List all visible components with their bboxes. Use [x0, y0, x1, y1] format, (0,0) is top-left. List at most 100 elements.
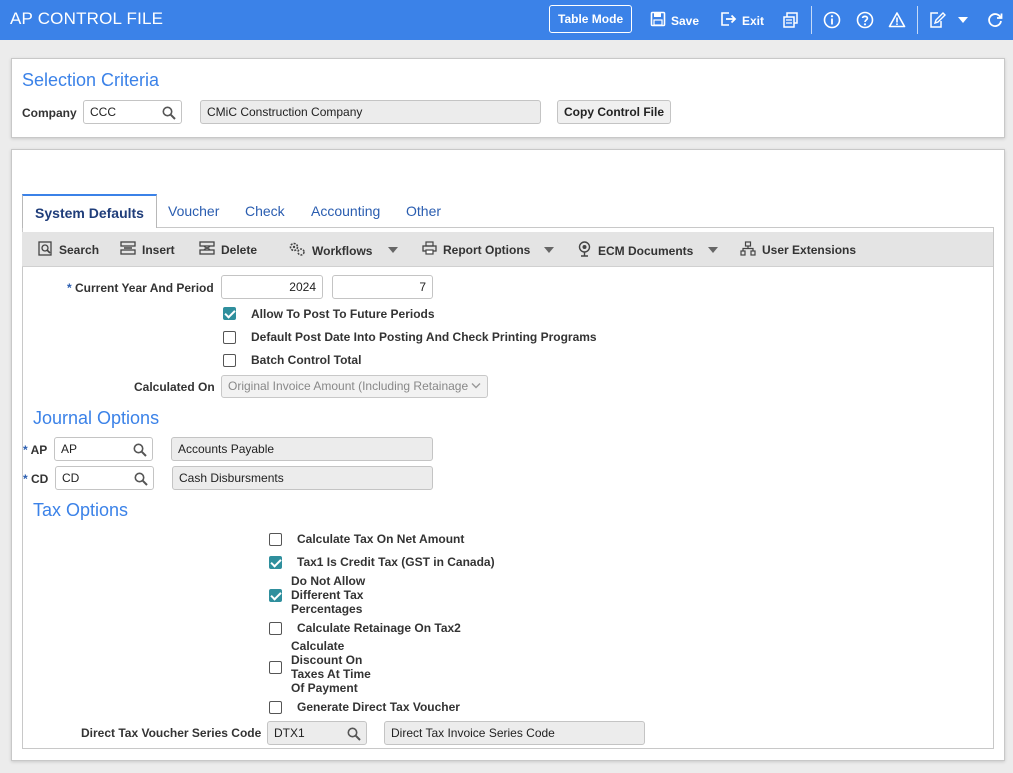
label-line: Taxes At Time [291, 667, 371, 681]
search-icon[interactable] [347, 726, 361, 748]
insert-button[interactable]: Insert [120, 241, 175, 258]
required-marker: * [23, 443, 31, 457]
report-options-button[interactable]: Report Options [422, 241, 530, 258]
company-name-field: CMiC Construction Company [200, 100, 541, 124]
retainage-tax2-label: Calculate Retainage On Tax2 [297, 621, 461, 635]
cd-label-text: CD [31, 472, 49, 486]
year-period-text: Current Year And Period [75, 281, 214, 295]
current-period-input[interactable]: 7 [332, 275, 433, 299]
label-line: Percentages [291, 602, 363, 616]
calculated-on-select[interactable]: Original Invoice Amount (Including Retai… [221, 375, 488, 398]
delete-row-icon [199, 241, 215, 258]
discount-taxes-checkbox[interactable] [269, 661, 282, 674]
printer-icon [422, 241, 437, 258]
tab-other[interactable]: Other [406, 194, 441, 228]
ecm-documents-label: ECM Documents [598, 243, 694, 258]
series-code-field[interactable]: DTX1 [267, 721, 367, 745]
search-button[interactable]: Search [38, 241, 99, 259]
required-marker: * [67, 281, 76, 295]
ap-journal-code: AP [61, 442, 78, 456]
save-label: Save [671, 13, 700, 28]
selection-criteria-panel [11, 58, 1005, 138]
insert-row-icon [120, 241, 136, 258]
refresh-icon[interactable] [985, 10, 1005, 30]
ecm-icon [577, 241, 592, 260]
year-period-label: * Current Year And Period [67, 281, 214, 295]
app-header: AP CONTROL FILE Table Mode Save Exit [0, 0, 1013, 40]
workflows-label: Workflows [312, 243, 373, 258]
direct-tax-voucher-label: Generate Direct Tax Voucher [297, 700, 460, 714]
record-toolbar: Search Insert Delete Workflows Report Op… [22, 232, 993, 267]
header-divider-2 [917, 6, 918, 34]
print-icon[interactable] [781, 10, 801, 30]
search-icon[interactable] [134, 471, 148, 493]
company-field[interactable]: CCC [83, 100, 182, 124]
ap-journal-name: Accounts Payable [171, 437, 433, 461]
batch-control-checkbox[interactable] [223, 354, 236, 367]
no-different-tax-label: Do Not Allow Different Tax Percentages [291, 574, 365, 616]
journal-options-title: Journal Options [33, 408, 160, 428]
label-line: Discount On [291, 653, 363, 667]
cd-journal-field[interactable]: CD [55, 466, 154, 490]
search-icon[interactable] [133, 442, 147, 464]
default-post-date-label: Default Post Date Into Posting And Check… [251, 330, 597, 344]
company-name: CMiC Construction Company [207, 105, 363, 119]
report-options-chevron-down-icon[interactable] [544, 246, 554, 254]
workflows-chevron-down-icon[interactable] [388, 246, 398, 254]
report-options-label: Report Options [443, 242, 531, 257]
company-label: Company [22, 106, 77, 120]
hierarchy-icon [740, 241, 756, 259]
search-icon[interactable] [162, 105, 176, 127]
tab-voucher[interactable]: Voucher [168, 194, 219, 228]
selection-criteria-title: Selection Criteria [22, 70, 160, 90]
user-extensions-button[interactable]: User Extensions [740, 241, 856, 259]
delete-button[interactable]: Delete [199, 241, 257, 258]
label-line: Do Not Allow [291, 574, 366, 588]
exit-button[interactable]: Exit [720, 11, 764, 30]
tax1-credit-checkbox[interactable] [269, 556, 282, 569]
edit-icon[interactable] [927, 10, 947, 30]
tax1-credit-label: Tax1 Is Credit Tax (GST in Canada) [297, 555, 495, 569]
gears-icon [288, 241, 306, 260]
tab-system-defaults[interactable]: System Defaults [22, 194, 157, 228]
copy-control-file-button[interactable]: Copy Control File [557, 100, 671, 124]
tab-accounting[interactable]: Accounting [311, 194, 380, 228]
save-icon [650, 11, 666, 30]
series-code-label: Direct Tax Voucher Series Code [81, 726, 262, 740]
save-button[interactable]: Save [650, 11, 699, 30]
tab-content-frame [22, 227, 994, 749]
retainage-tax2-checkbox[interactable] [269, 622, 282, 635]
table-mode-label: Table Mode [558, 12, 624, 26]
exit-icon [720, 11, 737, 30]
allow-future-periods-checkbox[interactable] [223, 307, 236, 320]
calculated-on-label: Calculated On [134, 380, 215, 394]
tax-options-title: Tax Options [33, 500, 129, 520]
tab-check[interactable]: Check [245, 194, 285, 228]
insert-label: Insert [142, 242, 175, 257]
ecm-documents-button[interactable]: ECM Documents [577, 241, 693, 260]
ecm-chevron-down-icon[interactable] [708, 246, 718, 254]
ap-journal-label: * AP [23, 443, 47, 457]
info-icon[interactable] [822, 10, 842, 30]
chevron-down-icon[interactable] [953, 10, 973, 30]
ap-journal-field[interactable]: AP [54, 437, 153, 461]
tax-net-amount-checkbox[interactable] [269, 533, 282, 546]
current-year-input[interactable]: 2024 [221, 275, 323, 299]
discount-taxes-label: Calculate Discount On Taxes At Time Of P… [291, 639, 371, 695]
table-mode-button[interactable]: Table Mode [549, 5, 633, 33]
ap-label-text: AP [30, 443, 48, 457]
cd-journal-name: Cash Disbursments [172, 466, 433, 490]
search-label: Search [59, 243, 100, 257]
series-code-name: Direct Tax Invoice Series Code [384, 721, 645, 745]
tax-net-amount-label: Calculate Tax On Net Amount [297, 532, 465, 546]
default-post-date-checkbox[interactable] [223, 331, 236, 344]
delete-label: Delete [221, 242, 258, 257]
label-line: Of Payment [291, 681, 358, 695]
direct-tax-voucher-checkbox[interactable] [269, 701, 282, 714]
chevron-down-icon [471, 383, 481, 389]
warning-icon[interactable] [887, 10, 907, 30]
help-icon[interactable] [855, 10, 875, 30]
no-different-tax-checkbox[interactable] [269, 589, 282, 602]
exit-label: Exit [742, 13, 765, 28]
workflows-button[interactable]: Workflows [288, 241, 372, 260]
